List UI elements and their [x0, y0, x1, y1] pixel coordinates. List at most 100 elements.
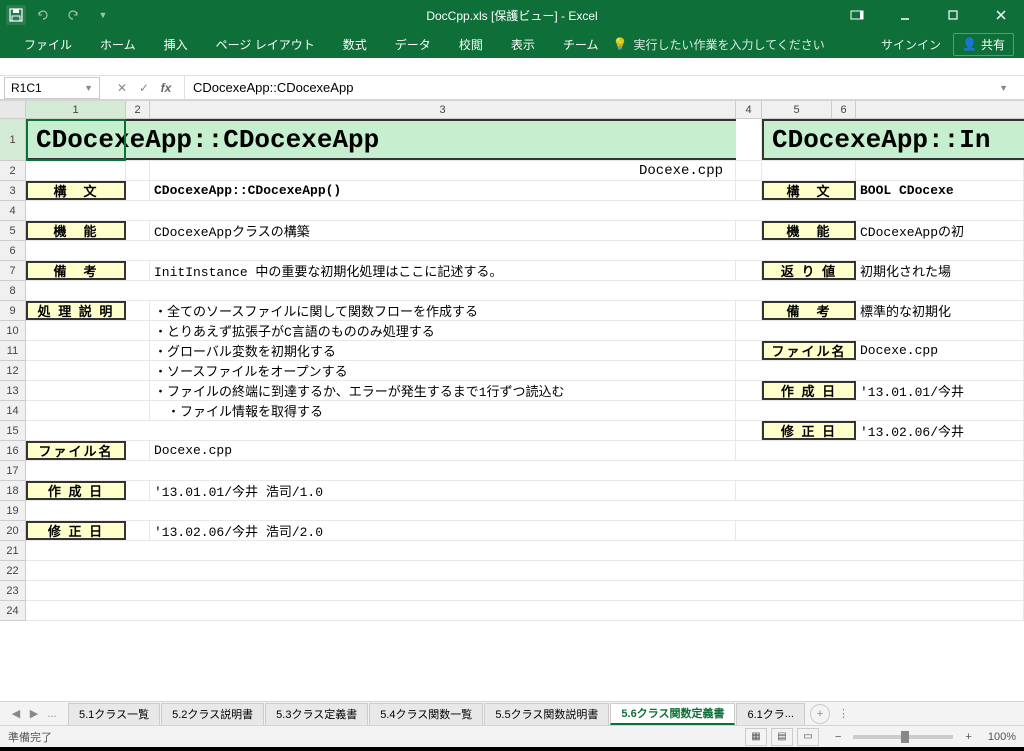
view-page-icon[interactable]: ▤	[771, 728, 793, 746]
cancel-formula-icon[interactable]: ✕	[112, 78, 132, 98]
redo-icon[interactable]	[60, 2, 86, 28]
label-syntax-2[interactable]: 構 文	[762, 181, 856, 200]
row-header[interactable]: 8	[0, 281, 26, 301]
cell[interactable]	[26, 321, 150, 340]
formula-input[interactable]: CDocexeApp::CDocexeApp ▼	[185, 80, 1024, 95]
row-header[interactable]: 17	[0, 461, 26, 481]
col-header[interactable]: 1	[26, 101, 126, 118]
remarks-value-2[interactable]: 標準的な初期化	[856, 301, 1024, 320]
row-header[interactable]: 24	[0, 601, 26, 621]
row-header[interactable]: 11	[0, 341, 26, 361]
cell[interactable]	[736, 181, 762, 200]
cell[interactable]	[736, 261, 762, 280]
row-header[interactable]: 20	[0, 521, 26, 541]
process-line[interactable]: ・全てのソースファイルに関して関数フローを作成する	[150, 301, 736, 320]
row-header[interactable]: 6	[0, 241, 26, 261]
cell[interactable]	[736, 161, 762, 180]
cell[interactable]	[736, 441, 1024, 460]
cell[interactable]	[26, 421, 736, 440]
row-header[interactable]: 15	[0, 421, 26, 441]
cell[interactable]	[26, 361, 150, 380]
undo-icon[interactable]	[30, 2, 56, 28]
row-header[interactable]: 5	[0, 221, 26, 241]
row-header[interactable]: 19	[0, 501, 26, 521]
cell[interactable]	[26, 201, 1024, 220]
cell[interactable]	[26, 601, 1024, 620]
cell[interactable]	[26, 501, 1024, 520]
modified-value[interactable]: '13.02.06/今井 浩司/2.0	[150, 521, 736, 540]
sheet-tab[interactable]: 5.4クラス関数一覧	[369, 703, 483, 725]
cell[interactable]	[762, 161, 856, 180]
col-header[interactable]: 4	[736, 101, 762, 118]
row-header[interactable]: 4	[0, 201, 26, 221]
row-header[interactable]: 10	[0, 321, 26, 341]
syntax-value-2[interactable]: BOOL CDocexe	[856, 181, 1024, 200]
minimize-icon[interactable]	[882, 0, 928, 30]
row-header[interactable]: 23	[0, 581, 26, 601]
cell[interactable]	[26, 281, 1024, 300]
label-remarks-2[interactable]: 備 考	[762, 301, 856, 320]
process-line[interactable]: ・ファイル情報を取得する	[150, 401, 736, 420]
cell[interactable]	[736, 481, 1024, 500]
cell[interactable]	[736, 301, 762, 320]
cell[interactable]	[26, 401, 150, 420]
zoom-out-icon[interactable]: −	[835, 731, 841, 743]
cell[interactable]	[26, 561, 1024, 580]
row-header[interactable]: 2	[0, 161, 26, 181]
col-header[interactable]: 5	[762, 101, 832, 118]
label-filename[interactable]: ファイル名	[26, 441, 126, 460]
select-all-corner[interactable]	[0, 101, 26, 118]
process-line[interactable]: ・ソースファイルをオープンする	[150, 361, 736, 380]
label-created-2[interactable]: 作 成 日	[762, 381, 856, 400]
cell[interactable]	[126, 441, 150, 460]
col-header[interactable]: 6	[832, 101, 856, 118]
cell[interactable]	[736, 421, 762, 440]
cell[interactable]	[736, 401, 1024, 420]
label-filename-2[interactable]: ファイル名	[762, 341, 856, 360]
expand-formula-icon[interactable]: ▼	[999, 83, 1016, 93]
view-break-icon[interactable]: ▭	[797, 728, 819, 746]
row-header[interactable]: 16	[0, 441, 26, 461]
tab-view[interactable]: 表示	[497, 30, 549, 58]
tab-nav-more-icon[interactable]: ...	[44, 706, 60, 722]
ribbon-options-icon[interactable]	[834, 0, 880, 30]
share-button[interactable]: 👤 共有	[953, 33, 1014, 56]
label-function[interactable]: 機 能	[26, 221, 126, 240]
cell[interactable]	[736, 521, 1024, 540]
cell[interactable]	[26, 461, 1024, 480]
sheet-tab[interactable]: 6.1クラ...	[736, 703, 804, 725]
tab-review[interactable]: 校閲	[445, 30, 497, 58]
label-syntax[interactable]: 構 文	[26, 181, 126, 200]
row-header[interactable]: 3	[0, 181, 26, 201]
label-return[interactable]: 返 り 値	[762, 261, 856, 280]
cell[interactable]	[126, 181, 150, 200]
add-sheet-icon[interactable]: +	[810, 704, 830, 724]
return-value[interactable]: 初期化された場	[856, 261, 1024, 280]
spreadsheet-grid[interactable]: 1 2 3 4 5 6 1 2 3 4 5 6 7 8 9 10 11 12 1…	[0, 101, 1024, 701]
tab-data[interactable]: データ	[381, 30, 445, 58]
sheet-tab[interactable]: 5.5クラス関数説明書	[484, 703, 609, 725]
filename-header[interactable]: Docexe.cpp	[150, 161, 736, 180]
zoom-in-icon[interactable]: +	[965, 731, 971, 743]
function-value-2[interactable]: CDocexeAppの初	[856, 221, 1024, 240]
label-modified-2[interactable]: 修 正 日	[762, 421, 856, 440]
tab-home[interactable]: ホーム	[86, 30, 150, 58]
cell[interactable]	[26, 381, 150, 400]
qat-dropdown-icon[interactable]: ▼	[90, 2, 116, 28]
cell[interactable]	[736, 341, 762, 360]
cell[interactable]	[126, 261, 150, 280]
sheet-menu-icon[interactable]: ⋮	[838, 707, 849, 720]
tab-nav-next-icon[interactable]: ▶	[26, 706, 42, 722]
row-header[interactable]: 13	[0, 381, 26, 401]
tab-insert[interactable]: 挿入	[150, 30, 202, 58]
save-icon[interactable]	[6, 5, 26, 25]
modified-value-2[interactable]: '13.02.06/今井	[856, 421, 1024, 440]
enter-formula-icon[interactable]: ✓	[134, 78, 154, 98]
label-function-2[interactable]: 機 能	[762, 221, 856, 240]
process-line[interactable]: ・ファイルの終端に到達するか、エラーが発生するまで1行ずつ読込む	[150, 381, 736, 400]
cell[interactable]	[26, 161, 126, 180]
sheet-tab[interactable]: 5.3クラス定義書	[265, 703, 368, 725]
sheet-tab-active[interactable]: 5.6クラス関数定義書	[610, 703, 735, 725]
cell[interactable]	[856, 161, 1024, 180]
cell[interactable]	[736, 221, 762, 240]
